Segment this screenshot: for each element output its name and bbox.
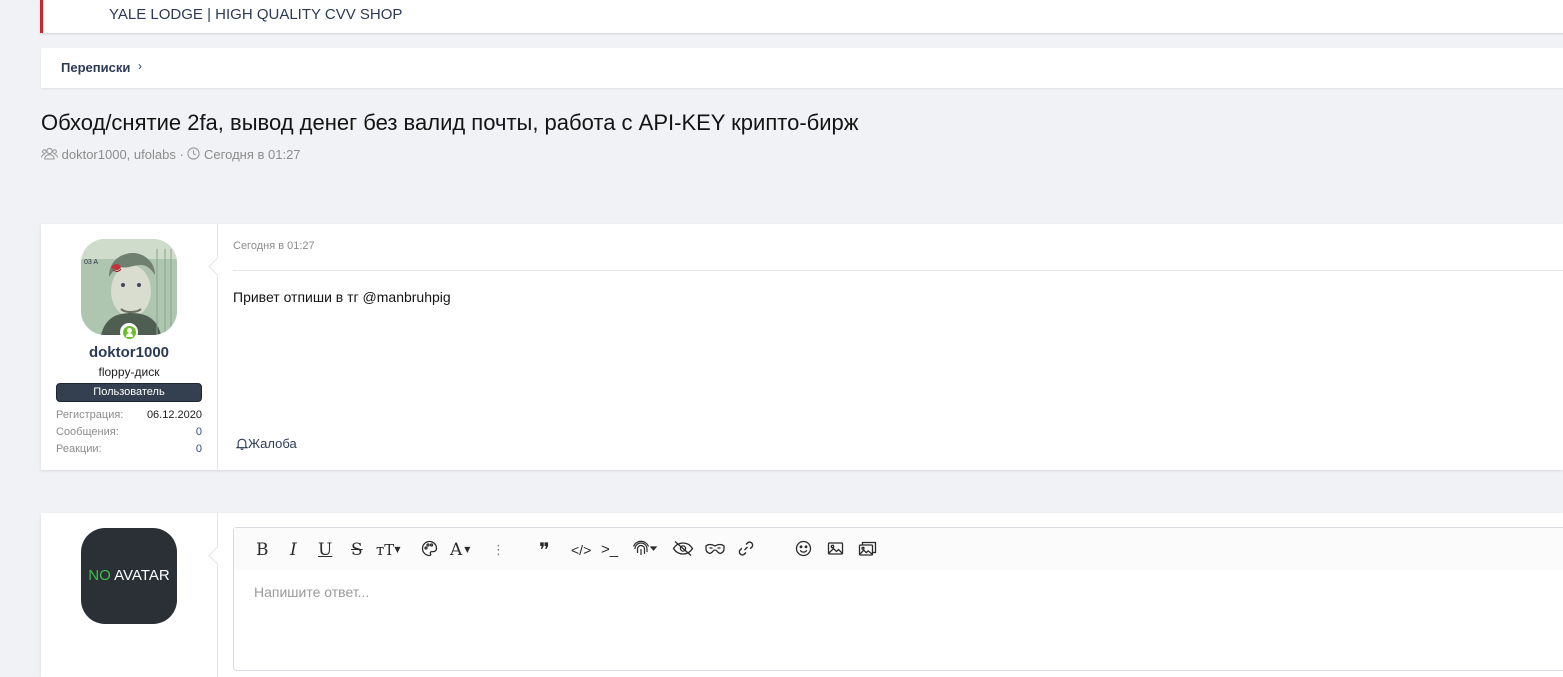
message-panel: 03 A doktor1000 floppy-диск Пользователь… — [41, 224, 1563, 470]
message-user-column: 03 A doktor1000 floppy-диск Пользователь… — [41, 224, 218, 470]
stat-label: Сообщения: — [56, 426, 119, 438]
chevron-right-icon: › — [138, 59, 142, 73]
underline-button[interactable]: U — [318, 540, 332, 560]
hide-content-icon[interactable] — [672, 540, 694, 557]
strikethrough-button[interactable]: S — [351, 540, 363, 560]
thread-meta: doktor1000, ufolabs · Сегодня в 01:27 — [41, 146, 301, 162]
svg-text:03 A: 03 A — [84, 259, 98, 266]
text-size-label: тT — [376, 541, 395, 559]
font-family-label: A — [450, 540, 463, 560]
text-size-button[interactable]: тT▼ — [376, 540, 400, 560]
bold-button[interactable]: B — [256, 540, 269, 560]
user-title: floppy-диск — [98, 365, 160, 379]
page-title: Обход/снятие 2fa, вывод денег без валид … — [41, 110, 859, 135]
reply-user-column: NO AVATAR — [41, 513, 218, 677]
avatar-image: 03 A — [81, 239, 177, 335]
breadcrumb: Переписки › — [41, 48, 1563, 88]
username[interactable]: doktor1000 — [41, 344, 217, 361]
users-icon — [41, 147, 58, 160]
no-avatar-image: NO AVATAR — [81, 528, 177, 624]
user-banner: Пользователь — [56, 383, 202, 402]
stat-row-reactions: Реакции: 0 — [56, 441, 202, 458]
notice-text[interactable]: YALE LODGE | HIGH QUALITY CVV SHOP — [109, 6, 402, 23]
avatar[interactable]: 03 A — [81, 239, 177, 335]
stat-row-messages: Сообщения: 0 — [56, 424, 202, 441]
image-icon[interactable] — [827, 540, 844, 557]
spoiler-mask-icon[interactable] — [704, 540, 726, 557]
stat-value[interactable]: 0 — [196, 424, 202, 441]
breadcrumb-item-conversations[interactable]: Переписки — [61, 60, 130, 75]
stat-label: Реакции: — [56, 443, 102, 455]
gallery-icon[interactable] — [858, 540, 878, 557]
reply-placeholder[interactable]: Напишите ответ... — [254, 584, 369, 600]
no-avatar-text-avatar: AVATAR — [110, 567, 170, 584]
thread-date[interactable]: Сегодня в 01:27 — [204, 147, 300, 162]
top-notice-bar[interactable]: YALE LODGE | HIGH QUALITY CVV SHOP — [40, 0, 1563, 33]
fingerprint-icon[interactable] — [632, 540, 658, 557]
inline-code-icon[interactable]: >_ — [601, 540, 618, 560]
quote-icon[interactable]: ❞ — [539, 540, 550, 560]
online-status-icon — [120, 323, 138, 341]
font-family-button[interactable]: A ▼ — [450, 540, 470, 560]
no-avatar-text-no: NO — [88, 567, 111, 584]
stat-value[interactable]: 0 — [196, 441, 202, 458]
user-stats: Регистрация: 06.12.2020 Сообщения: 0 Реа… — [56, 407, 202, 458]
divider — [233, 270, 1563, 271]
report-label[interactable]: Жалоба — [248, 436, 297, 451]
message-date[interactable]: Сегодня в 01:27 — [233, 240, 315, 252]
meta-separator: · — [179, 147, 184, 163]
smiley-icon[interactable] — [795, 540, 812, 557]
clock-icon — [187, 147, 201, 160]
caret-down-icon: ▼ — [394, 545, 401, 554]
message-body: Привет отпиши в тг @manbruhpig — [233, 289, 451, 305]
more-options-icon[interactable]: ⋮ — [492, 540, 505, 560]
italic-button[interactable]: I — [290, 540, 297, 560]
link-icon[interactable] — [737, 540, 755, 557]
palette-icon[interactable] — [421, 540, 438, 557]
stat-row-registration: Регистрация: 06.12.2020 — [56, 407, 202, 424]
report-button[interactable]: Жалоба — [235, 436, 297, 451]
bell-icon — [235, 438, 249, 450]
editor-toolbar: B I U S тT▼ A ▼ ⋮ ❞ </> >_ — [234, 528, 1563, 570]
reply-panel: NO AVATAR B I U S тT▼ A ▼ ⋮ ❞ </> >_ Нап… — [41, 513, 1563, 677]
stat-value: 06.12.2020 — [146, 409, 202, 421]
stat-label: Регистрация: — [56, 409, 124, 421]
participants-link[interactable]: doktor1000, ufolabs — [62, 147, 176, 162]
code-icon[interactable]: </> — [571, 540, 591, 560]
reply-editor[interactable]: B I U S тT▼ A ▼ ⋮ ❞ </> >_ Напишите отве… — [233, 527, 1563, 671]
caret-down-icon: ▼ — [464, 545, 471, 554]
